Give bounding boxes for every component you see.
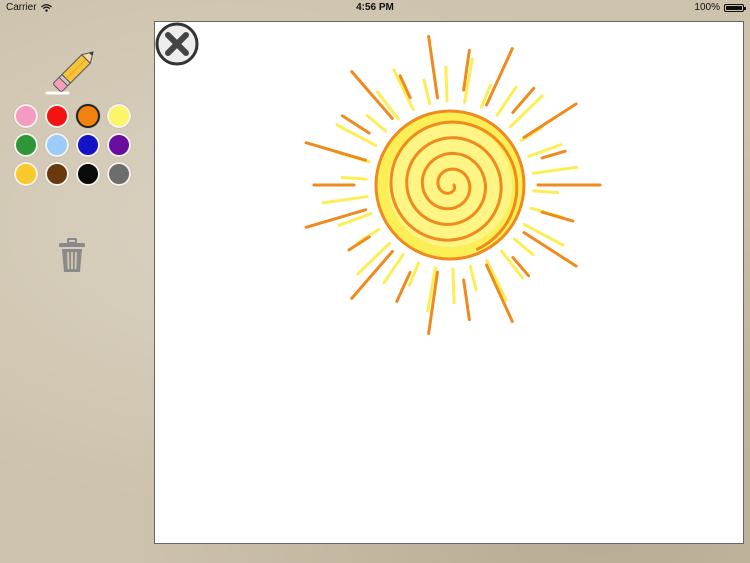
sun-ray-yellow [468, 265, 478, 292]
sun-ray-yellow [485, 259, 508, 302]
trash-icon[interactable] [57, 238, 87, 274]
sun-ray-orange [540, 149, 567, 160]
color-swatch[interactable] [14, 133, 38, 157]
battery-icon [724, 3, 746, 12]
sun-ray-orange [540, 210, 575, 223]
color-swatch[interactable] [107, 162, 131, 186]
sun-ray-orange [347, 235, 371, 252]
sun-ray-yellow [340, 175, 368, 181]
sun-ray-orange [350, 70, 394, 120]
sun-ray-orange [304, 141, 368, 162]
color-swatch[interactable] [45, 133, 69, 157]
status-time: 4:56 PM [356, 2, 394, 13]
sun-ray-orange [395, 270, 412, 303]
sun-ray-yellow [335, 123, 378, 148]
sun-ray-yellow [444, 65, 449, 103]
close-icon[interactable] [155, 22, 199, 66]
color-swatch[interactable] [45, 162, 69, 186]
sun-ray-yellow [422, 78, 432, 105]
color-swatch[interactable] [107, 104, 131, 128]
sun-ray-yellow [512, 237, 535, 256]
color-swatch[interactable] [76, 162, 100, 186]
battery-label: 100% [694, 2, 720, 13]
color-swatch[interactable] [14, 104, 38, 128]
sun-ray-yellow [532, 189, 560, 195]
status-right: 100% [694, 2, 746, 13]
sun-ray-orange [427, 35, 439, 100]
status-bar: Carrier 4:56 PM 100% [0, 0, 750, 16]
pencil-icon[interactable] [44, 44, 104, 99]
sun-ray-yellow [531, 165, 579, 175]
sun-ray-yellow [392, 68, 415, 111]
color-palette [14, 104, 131, 186]
sun-ray-orange [462, 278, 471, 322]
color-swatch[interactable] [107, 133, 131, 157]
color-swatch[interactable] [45, 104, 69, 128]
color-swatch[interactable] [14, 162, 38, 186]
sun-drawing [304, 35, 602, 335]
drawing-canvas[interactable] [154, 21, 744, 544]
battery-fill [726, 5, 742, 10]
sun-ray-orange [485, 263, 514, 323]
sun-ray-yellow [365, 114, 388, 133]
sun-ray-yellow [321, 195, 369, 205]
color-swatch[interactable] [76, 104, 100, 128]
sun-ray-orange [522, 102, 578, 139]
sun-ray-yellow [451, 267, 456, 305]
color-swatch[interactable] [76, 133, 100, 157]
